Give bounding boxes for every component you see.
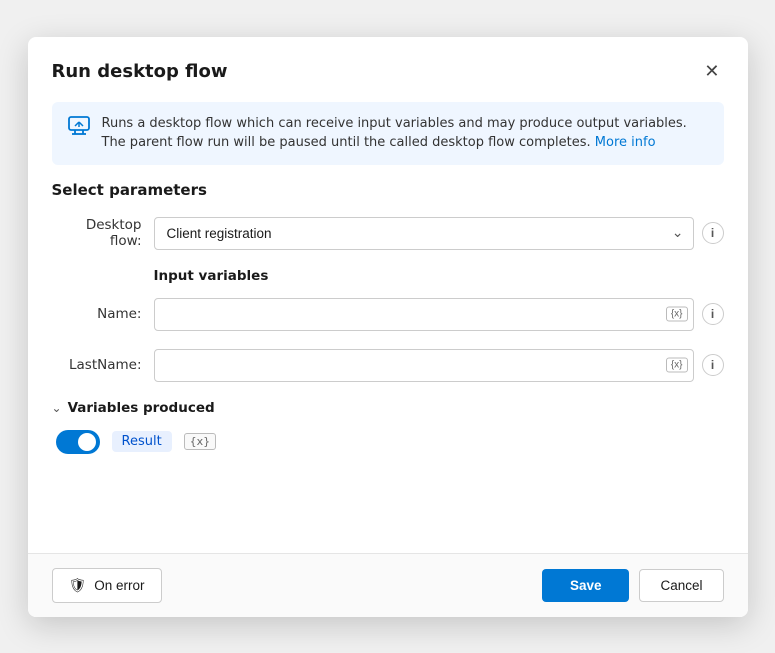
- desktop-flow-select-wrapper: Client registration ⌄: [154, 217, 694, 250]
- footer-actions: Save Cancel: [542, 569, 724, 602]
- lastname-row: LastName: {x} i: [52, 349, 724, 382]
- info-i-icon: i: [711, 226, 714, 240]
- lastname-label: LastName:: [52, 357, 142, 373]
- lastname-input[interactable]: [154, 349, 694, 382]
- info-i-icon: i: [711, 358, 714, 372]
- variables-toggle[interactable]: [56, 430, 100, 454]
- close-button[interactable]: ✕: [700, 57, 723, 86]
- more-info-link[interactable]: More info: [595, 135, 656, 150]
- section-title: Select parameters: [52, 181, 724, 199]
- chevron-collapse-icon: ⌄: [52, 401, 62, 415]
- on-error-button[interactable]: 🛡 On error: [52, 568, 162, 603]
- name-fx-button[interactable]: {x}: [666, 307, 688, 322]
- info-i-icon: i: [711, 307, 714, 321]
- name-row: Name: {x} i: [52, 298, 724, 331]
- close-icon: ✕: [704, 61, 719, 82]
- toggle-slider: [56, 430, 100, 454]
- desktop-flow-info-button[interactable]: i: [702, 222, 724, 244]
- dialog-title: Run desktop flow: [52, 61, 228, 82]
- shield-icon: 🛡: [69, 577, 87, 594]
- lastname-fx-button[interactable]: {x}: [666, 358, 688, 373]
- name-label: Name:: [52, 306, 142, 322]
- cancel-button[interactable]: Cancel: [639, 569, 723, 602]
- lastname-info-button[interactable]: i: [702, 354, 724, 376]
- name-fx-icon: {x}: [671, 309, 683, 320]
- run-desktop-flow-dialog: Run desktop flow ✕ Runs a desktop flow w…: [28, 37, 748, 617]
- save-button[interactable]: Save: [542, 569, 630, 602]
- result-chip: Result: [112, 431, 172, 452]
- desktop-flow-select[interactable]: Client registration: [154, 217, 694, 250]
- desktop-flow-label: Desktop flow:: [52, 217, 142, 249]
- variables-produced-title: Variables produced: [68, 400, 215, 416]
- info-banner: Runs a desktop flow which can receive in…: [52, 102, 724, 165]
- on-error-label: On error: [94, 578, 144, 593]
- dialog-footer: 🛡 On error Save Cancel: [28, 553, 748, 617]
- info-banner-text: Runs a desktop flow which can receive in…: [102, 114, 708, 153]
- dialog-header: Run desktop flow ✕: [28, 37, 748, 102]
- result-fx-chip: {x}: [184, 433, 217, 450]
- variables-produced-section: ⌄ Variables produced Result {x}: [52, 400, 724, 454]
- desktop-flow-control-wrap: Client registration ⌄ i: [154, 217, 724, 250]
- lastname-control-wrap: {x} i: [154, 349, 724, 382]
- name-control-wrap: {x} i: [154, 298, 724, 331]
- name-info-button[interactable]: i: [702, 303, 724, 325]
- dialog-body: Select parameters Desktop flow: Client r…: [28, 181, 748, 553]
- lastname-fx-icon: {x}: [671, 360, 683, 371]
- variables-produced-row: Result {x}: [52, 430, 724, 454]
- monitor-icon: [68, 116, 90, 136]
- variables-produced-header[interactable]: ⌄ Variables produced: [52, 400, 724, 416]
- name-input[interactable]: [154, 298, 694, 331]
- lastname-input-wrap: {x}: [154, 349, 694, 382]
- desktop-flow-row: Desktop flow: Client registration ⌄ i: [52, 217, 724, 250]
- monitor-icon-wrap: [68, 116, 90, 140]
- name-input-wrap: {x}: [154, 298, 694, 331]
- input-variables-title: Input variables: [154, 268, 724, 284]
